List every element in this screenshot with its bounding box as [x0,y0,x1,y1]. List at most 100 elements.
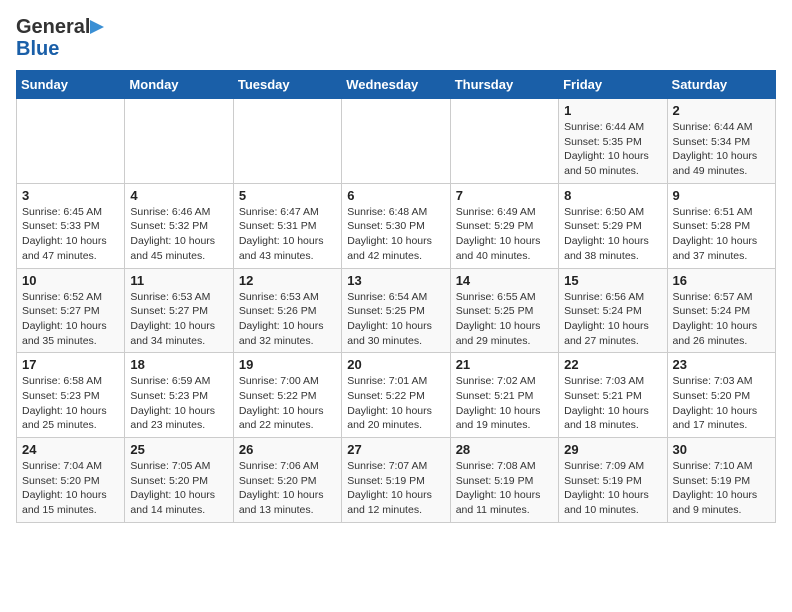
weekday-header-wednesday: Wednesday [342,71,450,99]
calendar-cell: 25 Sunrise: 7:05 AM Sunset: 5:20 PM Dayli… [125,438,233,523]
calendar-table: SundayMondayTuesdayWednesdayThursdayFrid… [16,70,776,523]
day-number: 5 [239,188,336,203]
day-number: 23 [673,357,770,372]
calendar-cell: 17 Sunrise: 6:58 AM Sunset: 5:23 PM Dayli… [17,353,125,438]
calendar-cell: 2 Sunrise: 6:44 AM Sunset: 5:34 PM Daylig… [667,99,775,184]
day-number: 24 [22,442,119,457]
weekday-header-thursday: Thursday [450,71,558,99]
calendar-cell [342,99,450,184]
day-info: Sunrise: 7:08 AM Sunset: 5:19 PM Dayligh… [456,459,553,518]
calendar-cell: 27 Sunrise: 7:07 AM Sunset: 5:19 PM Dayli… [342,438,450,523]
weekday-header-sunday: Sunday [17,71,125,99]
day-number: 7 [456,188,553,203]
day-number: 19 [239,357,336,372]
calendar-cell: 14 Sunrise: 6:55 AM Sunset: 5:25 PM Dayli… [450,268,558,353]
calendar-cell [450,99,558,184]
calendar-cell: 13 Sunrise: 6:54 AM Sunset: 5:25 PM Dayli… [342,268,450,353]
day-info: Sunrise: 6:57 AM Sunset: 5:24 PM Dayligh… [673,290,770,349]
day-number: 3 [22,188,119,203]
calendar-cell: 22Sunrise: 7:03 AM Sunset: 5:21 PM Dayli… [559,353,667,438]
day-info: Sunrise: 6:53 AM Sunset: 5:26 PM Dayligh… [239,290,336,349]
logo-arrow-icon [90,18,104,36]
day-number: 11 [130,273,227,288]
day-info: Sunrise: 6:55 AM Sunset: 5:25 PM Dayligh… [456,290,553,349]
day-number: 26 [239,442,336,457]
weekday-header-saturday: Saturday [667,71,775,99]
day-number: 21 [456,357,553,372]
calendar-cell: 8 Sunrise: 6:50 AM Sunset: 5:29 PM Daylig… [559,183,667,268]
day-number: 8 [564,188,661,203]
calendar-cell: 26 Sunrise: 7:06 AM Sunset: 5:20 PM Dayli… [233,438,341,523]
logo: GeneralBlue [16,16,104,60]
calendar-cell: 3 Sunrise: 6:45 AM Sunset: 5:33 PM Daylig… [17,183,125,268]
calendar-cell: 21 Sunrise: 7:02 AM Sunset: 5:21 PM Dayli… [450,353,558,438]
calendar-cell: 12Sunrise: 6:53 AM Sunset: 5:26 PM Dayli… [233,268,341,353]
calendar-cell: 10 Sunrise: 6:52 AM Sunset: 5:27 PM Dayli… [17,268,125,353]
week-row-2: 3 Sunrise: 6:45 AM Sunset: 5:33 PM Daylig… [17,183,776,268]
day-number: 4 [130,188,227,203]
day-info: Sunrise: 6:58 AM Sunset: 5:23 PM Dayligh… [22,374,119,433]
day-info: Sunrise: 7:07 AM Sunset: 5:19 PM Dayligh… [347,459,444,518]
weekday-header-friday: Friday [559,71,667,99]
week-row-3: 10 Sunrise: 6:52 AM Sunset: 5:27 PM Dayli… [17,268,776,353]
day-info: Sunrise: 6:45 AM Sunset: 5:33 PM Dayligh… [22,205,119,264]
day-info: Sunrise: 6:47 AM Sunset: 5:31 PM Dayligh… [239,205,336,264]
day-info: Sunrise: 6:53 AM Sunset: 5:27 PM Dayligh… [130,290,227,349]
calendar-cell: 6 Sunrise: 6:48 AM Sunset: 5:30 PM Daylig… [342,183,450,268]
day-number: 15 [564,273,661,288]
logo-blue-text: Blue [16,38,59,60]
day-number: 2 [673,103,770,118]
day-number: 9 [673,188,770,203]
day-info: Sunrise: 7:03 AM Sunset: 5:21 PM Dayligh… [564,374,661,433]
day-info: Sunrise: 7:05 AM Sunset: 5:20 PM Dayligh… [130,459,227,518]
week-row-5: 24 Sunrise: 7:04 AM Sunset: 5:20 PM Dayli… [17,438,776,523]
week-row-4: 17 Sunrise: 6:58 AM Sunset: 5:23 PM Dayli… [17,353,776,438]
day-info: Sunrise: 7:04 AM Sunset: 5:20 PM Dayligh… [22,459,119,518]
calendar-cell: 7 Sunrise: 6:49 AM Sunset: 5:29 PM Daylig… [450,183,558,268]
day-info: Sunrise: 6:50 AM Sunset: 5:29 PM Dayligh… [564,205,661,264]
calendar-cell: 16 Sunrise: 6:57 AM Sunset: 5:24 PM Dayli… [667,268,775,353]
day-number: 13 [347,273,444,288]
page-header: GeneralBlue [16,16,776,60]
logo-general-text: General [16,16,90,38]
calendar-cell [17,99,125,184]
day-number: 17 [22,357,119,372]
day-info: Sunrise: 6:54 AM Sunset: 5:25 PM Dayligh… [347,290,444,349]
day-info: Sunrise: 7:02 AM Sunset: 5:21 PM Dayligh… [456,374,553,433]
day-info: Sunrise: 7:00 AM Sunset: 5:22 PM Dayligh… [239,374,336,433]
weekday-header-monday: Monday [125,71,233,99]
day-number: 28 [456,442,553,457]
weekday-header-row: SundayMondayTuesdayWednesdayThursdayFrid… [17,71,776,99]
day-info: Sunrise: 6:44 AM Sunset: 5:34 PM Dayligh… [673,120,770,179]
day-info: Sunrise: 6:52 AM Sunset: 5:27 PM Dayligh… [22,290,119,349]
calendar-cell: 5 Sunrise: 6:47 AM Sunset: 5:31 PM Daylig… [233,183,341,268]
calendar-cell: 1 Sunrise: 6:44 AM Sunset: 5:35 PM Daylig… [559,99,667,184]
day-number: 1 [564,103,661,118]
day-info: Sunrise: 6:44 AM Sunset: 5:35 PM Dayligh… [564,120,661,179]
calendar-cell: 15 Sunrise: 6:56 AM Sunset: 5:24 PM Dayli… [559,268,667,353]
calendar-cell: 24 Sunrise: 7:04 AM Sunset: 5:20 PM Dayli… [17,438,125,523]
calendar-cell [233,99,341,184]
day-number: 14 [456,273,553,288]
day-number: 16 [673,273,770,288]
calendar-cell: 30Sunrise: 7:10 AM Sunset: 5:19 PM Dayli… [667,438,775,523]
day-number: 25 [130,442,227,457]
calendar-cell: 4Sunrise: 6:46 AM Sunset: 5:32 PM Daylig… [125,183,233,268]
day-number: 29 [564,442,661,457]
day-info: Sunrise: 6:56 AM Sunset: 5:24 PM Dayligh… [564,290,661,349]
day-number: 10 [22,273,119,288]
day-info: Sunrise: 6:49 AM Sunset: 5:29 PM Dayligh… [456,205,553,264]
day-number: 27 [347,442,444,457]
week-row-1: 1 Sunrise: 6:44 AM Sunset: 5:35 PM Daylig… [17,99,776,184]
day-info: Sunrise: 7:10 AM Sunset: 5:19 PM Dayligh… [673,459,770,518]
day-info: Sunrise: 6:48 AM Sunset: 5:30 PM Dayligh… [347,205,444,264]
day-info: Sunrise: 7:09 AM Sunset: 5:19 PM Dayligh… [564,459,661,518]
calendar-cell: 20Sunrise: 7:01 AM Sunset: 5:22 PM Dayli… [342,353,450,438]
day-info: Sunrise: 6:59 AM Sunset: 5:23 PM Dayligh… [130,374,227,433]
day-info: Sunrise: 6:51 AM Sunset: 5:28 PM Dayligh… [673,205,770,264]
calendar-cell [125,99,233,184]
calendar-cell: 29 Sunrise: 7:09 AM Sunset: 5:19 PM Dayli… [559,438,667,523]
day-info: Sunrise: 7:06 AM Sunset: 5:20 PM Dayligh… [239,459,336,518]
logo: GeneralBlue [16,16,104,60]
day-number: 6 [347,188,444,203]
